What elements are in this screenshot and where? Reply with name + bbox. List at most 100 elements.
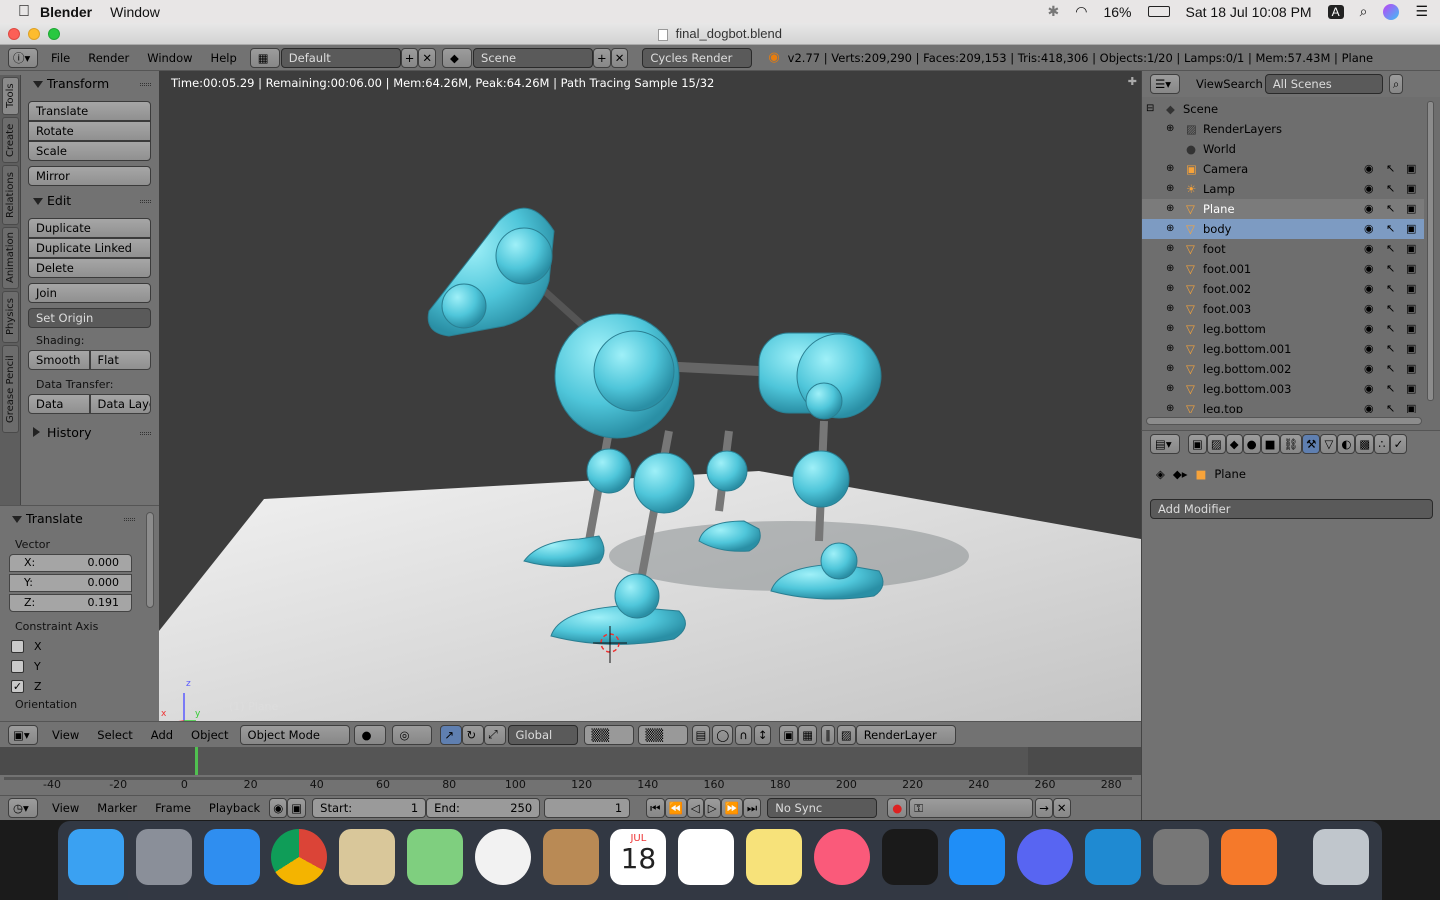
expand-icon[interactable]: ⊕	[1166, 279, 1174, 299]
lock-camera-icon[interactable]: ▤	[691, 724, 711, 745]
cursor-select-icon[interactable]: ↖	[1386, 159, 1395, 179]
clock[interactable]: Sat 18 Jul 10:08 PM	[1186, 4, 1312, 20]
expand-icon[interactable]: ⊕	[1166, 399, 1174, 413]
prop-constraints-icon[interactable]: ⛓	[1279, 434, 1303, 454]
cursor-select-icon[interactable]: ↖	[1386, 399, 1395, 413]
expand-icon[interactable]: ⊕	[1166, 239, 1174, 259]
pause-icon[interactable]: ‖	[821, 724, 835, 745]
render-toggle-icon[interactable]: ▣	[1406, 219, 1416, 239]
eye-icon[interactable]: ◉	[1364, 219, 1374, 239]
outliner-row-leg-bottom-001[interactable]: ⊕ ▽ leg.bottom.001 ◉ ↖ ▣	[1142, 339, 1424, 359]
jump-start-icon[interactable]: ⏮	[646, 798, 665, 818]
outliner-row-leg-bottom-002[interactable]: ⊕ ▽ leg.bottom.002 ◉ ↖ ▣	[1142, 359, 1424, 379]
layout-add-icon[interactable]: +	[400, 47, 419, 68]
outliner-row-world[interactable]: ● World	[1142, 139, 1424, 159]
cursor-select-icon[interactable]: ↖	[1386, 299, 1395, 319]
dock-launchpad-icon[interactable]	[135, 829, 192, 885]
pivot-icon[interactable]: ◎	[391, 724, 432, 745]
prop-material-icon[interactable]: ◐	[1337, 434, 1356, 454]
prop-texture-icon[interactable]: ▩	[1355, 434, 1375, 454]
sync-selector[interactable]: No Sync	[767, 798, 878, 818]
data-layout-button[interactable]: Data Layo	[89, 394, 151, 414]
transform-panel-header[interactable]: Transform	[21, 73, 159, 95]
spotlight-icon[interactable]: ⌕	[1360, 3, 1368, 20]
prop-render-icon[interactable]: ▣	[1188, 434, 1207, 454]
timeline-scrollbar[interactable]	[4, 777, 1132, 780]
render-toggle-icon[interactable]: ▣	[1406, 359, 1416, 379]
record-icon[interactable]: ●	[887, 798, 908, 818]
jump-key-back-icon[interactable]: ⏪	[664, 798, 687, 818]
render-toggle-icon[interactable]: ▣	[1406, 279, 1416, 299]
3d-viewport[interactable]: Time:00:05.29 | Remaining:00:06.00 | Mem…	[159, 71, 1141, 721]
expand-icon[interactable]: ⊕	[1166, 379, 1174, 399]
eye-icon[interactable]: ◉	[1364, 379, 1374, 399]
dock-music-icon[interactable]	[813, 829, 870, 885]
play-icon[interactable]: ▷	[703, 798, 721, 818]
render-toggle-icon[interactable]: ▣	[1406, 379, 1416, 399]
menu-select[interactable]: Select	[97, 728, 132, 742]
outliner-row-scene[interactable]: ⊟ ◆ Scene	[1142, 99, 1424, 119]
prop-physics-icon[interactable]: ✓	[1389, 434, 1408, 454]
prop-particles-icon[interactable]: ∴	[1374, 434, 1390, 454]
mode-selector[interactable]: Object Mode	[239, 724, 350, 745]
dock-mail-icon[interactable]	[339, 829, 396, 885]
edit-panel-header[interactable]: Edit	[21, 190, 159, 212]
outliner-row-camera[interactable]: ⊕ ▣ Camera ◉ ↖ ▣	[1142, 159, 1424, 179]
outliner-row-leg-top[interactable]: ⊕ ▽ leg.top ◉ ↖ ▣	[1142, 399, 1424, 413]
menu-add[interactable]: Add	[151, 728, 173, 742]
wifi-icon[interactable]: ◠	[1075, 3, 1087, 20]
editor-type-3dview[interactable]: ▣▾	[8, 724, 38, 745]
battery-percent[interactable]: 16%	[1103, 4, 1131, 20]
render-toggle-icon[interactable]: ▣	[1406, 299, 1416, 319]
dock-finder-icon[interactable]	[68, 829, 124, 885]
constraint-x-checkbox[interactable]: X	[0, 636, 159, 656]
timeline[interactable]: -40 -20 0 20 40 60 80 100 120 140 160 180 200 220 240 2…	[0, 747, 1141, 795]
drag-grip-icon[interactable]	[124, 518, 135, 521]
expand-icon[interactable]: ⊕	[1166, 159, 1174, 179]
eye-icon[interactable]: ◉	[1364, 319, 1374, 339]
eye-icon[interactable]: ◉	[1364, 239, 1374, 259]
flat-button[interactable]: Flat	[89, 350, 151, 370]
snap-element-icon[interactable]: ↕	[753, 724, 772, 745]
battery-icon[interactable]	[1147, 6, 1170, 17]
smooth-button[interactable]: Smooth	[28, 350, 90, 370]
scene-icon[interactable]: ◆	[442, 47, 473, 68]
expand-icon[interactable]: ⊕	[1166, 259, 1174, 279]
mirror-button[interactable]: Mirror	[28, 166, 151, 186]
history-panel-header[interactable]: History	[21, 422, 159, 444]
expand-icon[interactable]: ⊕	[1166, 179, 1174, 199]
eye-icon[interactable]: ◉	[1364, 279, 1374, 299]
jump-key-forward-icon[interactable]: ⏩	[720, 798, 743, 818]
drag-grip-icon[interactable]	[140, 83, 151, 86]
cursor-select-icon[interactable]: ↖	[1386, 179, 1395, 199]
eye-icon[interactable]: ◉	[1364, 199, 1374, 219]
shading-mode-icon[interactable]: ●	[353, 724, 386, 745]
app-menu-blender[interactable]: Blender	[40, 4, 92, 20]
outliner-row-leg-bottom-003[interactable]: ⊕ ▽ leg.bottom.003 ◉ ↖ ▣	[1142, 379, 1424, 399]
outliner-row-lamp[interactable]: ⊕ ☀ Lamp ◉ ↖ ▣	[1142, 179, 1424, 199]
outliner-row-plane[interactable]: ⊕ ▽ Plane ◉ ↖ ▣	[1142, 199, 1424, 219]
cursor-select-icon[interactable]: ↖	[1386, 219, 1395, 239]
jump-end-icon[interactable]: ⏭	[742, 798, 762, 818]
scale-button[interactable]: Scale	[28, 141, 151, 161]
set-origin-dropdown[interactable]: Set Origin	[28, 308, 151, 328]
viewport-plus-icon[interactable]: ✚	[1128, 75, 1137, 88]
menu-view-timeline[interactable]: View	[52, 801, 79, 815]
snap-icon[interactable]: ∩	[735, 724, 752, 745]
constraint-y-checkbox[interactable]: Y	[0, 656, 159, 676]
cursor-select-icon[interactable]: ↖	[1386, 359, 1395, 379]
scene-selector[interactable]: Scene	[473, 47, 594, 68]
duplicate-linked-button[interactable]: Duplicate Linked	[28, 238, 151, 258]
render-toggle-icon[interactable]: ▣	[1406, 239, 1416, 259]
cursor-select-icon[interactable]: ↖	[1386, 379, 1395, 399]
outliner-row-foot[interactable]: ⊕ ▽ foot ◉ ↖ ▣	[1142, 239, 1424, 259]
menu-file[interactable]: File	[51, 51, 70, 65]
drag-grip-icon[interactable]	[140, 200, 151, 203]
dock-vs-code-icon[interactable]	[1085, 829, 1141, 885]
vector-y-field[interactable]: Y: 0.000	[9, 574, 132, 592]
duplicate-button[interactable]: Duplicate	[28, 218, 151, 238]
render-layer-icon[interactable]: ▨	[836, 724, 856, 745]
editor-type-timeline[interactable]: ◷▾	[8, 798, 38, 818]
menu-window-blender[interactable]: Window	[147, 51, 192, 65]
rendered-scene[interactable]	[159, 71, 1141, 721]
